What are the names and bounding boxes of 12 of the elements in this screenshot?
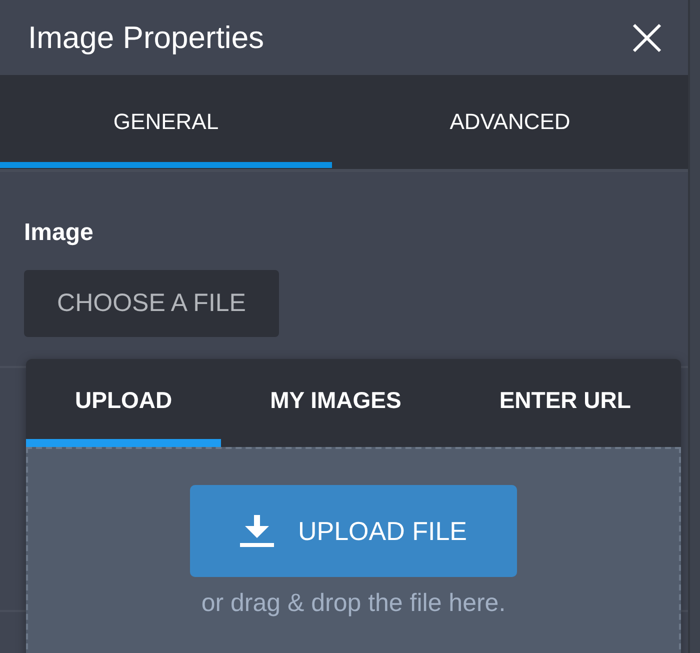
drop-hint: or drag & drop the file here. (201, 588, 506, 618)
choose-file-button[interactable]: CHOOSE A FILE (24, 270, 279, 337)
drop-zone[interactable]: UPLOAD FILE or drag & drop the file here. (26, 447, 681, 653)
tab[interactable]: GENERAL (0, 75, 332, 168)
close-icon (632, 22, 662, 52)
field-label: Image (24, 219, 94, 247)
window-title: Image Properties (28, 20, 264, 56)
download-icon (240, 515, 274, 547)
tab[interactable]: ENTER URL (450, 359, 680, 447)
tab[interactable]: MY IMAGES (221, 359, 450, 447)
tab[interactable]: ADVANCED (332, 75, 688, 168)
upload-file-button[interactable]: UPLOAD FILE (190, 485, 517, 577)
